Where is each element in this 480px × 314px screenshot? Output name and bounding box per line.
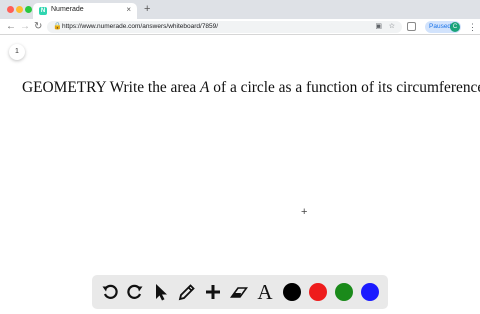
redo-icon[interactable] xyxy=(125,282,145,302)
question-prefix: GEOMETRY Write the area xyxy=(22,79,201,96)
bookmark-star-icon[interactable]: ☆ xyxy=(389,22,395,30)
address-bar[interactable]: 🔒 https://www.numerade.com/answers/white… xyxy=(47,21,402,33)
browser-menu-icon[interactable]: ⋮ xyxy=(468,20,477,34)
browser-tab[interactable]: N Numerade × xyxy=(33,3,137,19)
crosshair-cursor-icon: + xyxy=(301,206,308,218)
color-swatch-black[interactable] xyxy=(283,283,301,301)
new-tab-button[interactable]: + xyxy=(144,3,150,15)
pen-icon[interactable] xyxy=(177,282,197,302)
add-icon[interactable] xyxy=(203,282,223,302)
pointer-icon[interactable] xyxy=(151,282,171,302)
page-number-badge[interactable]: 1 xyxy=(9,44,25,60)
reload-icon[interactable]: ↻ xyxy=(34,20,42,34)
extension-icon[interactable] xyxy=(407,22,416,31)
forward-arrow-icon[interactable]: → xyxy=(20,20,30,34)
numerade-favicon-icon: N xyxy=(39,7,47,15)
question-text: GEOMETRY Write the area A of a circle as… xyxy=(22,79,480,97)
browser-toolbar: ← → ↻ 🔒 https://www.numerade.com/answers… xyxy=(0,19,480,35)
question-middle: of a circle as a function of its circumf… xyxy=(209,79,480,96)
lock-icon: 🔒 xyxy=(53,23,62,30)
color-swatch-blue[interactable] xyxy=(361,283,379,301)
undo-icon[interactable] xyxy=(100,282,120,302)
drawing-toolbar: A xyxy=(92,275,388,309)
maximize-window-button[interactable] xyxy=(25,6,32,13)
color-swatch-red[interactable] xyxy=(309,283,327,301)
minimize-window-button[interactable] xyxy=(16,6,23,13)
eraser-icon[interactable] xyxy=(229,282,249,302)
close-window-button[interactable] xyxy=(7,6,14,13)
url-text[interactable]: https://www.numerade.com/answers/whitebo… xyxy=(62,23,218,30)
avatar: C xyxy=(450,22,460,32)
back-arrow-icon[interactable]: ← xyxy=(6,20,16,34)
video-camera-icon[interactable]: ▣ xyxy=(375,22,382,30)
tab-title: Numerade xyxy=(51,6,84,13)
tab-close-icon[interactable]: × xyxy=(126,5,131,14)
browser-tab-strip: N Numerade × + xyxy=(0,0,480,19)
profile-paused-button[interactable]: Paused C xyxy=(425,21,461,33)
paused-label: Paused xyxy=(429,23,452,30)
text-icon[interactable]: A xyxy=(255,282,275,303)
color-swatch-green[interactable] xyxy=(335,283,353,301)
